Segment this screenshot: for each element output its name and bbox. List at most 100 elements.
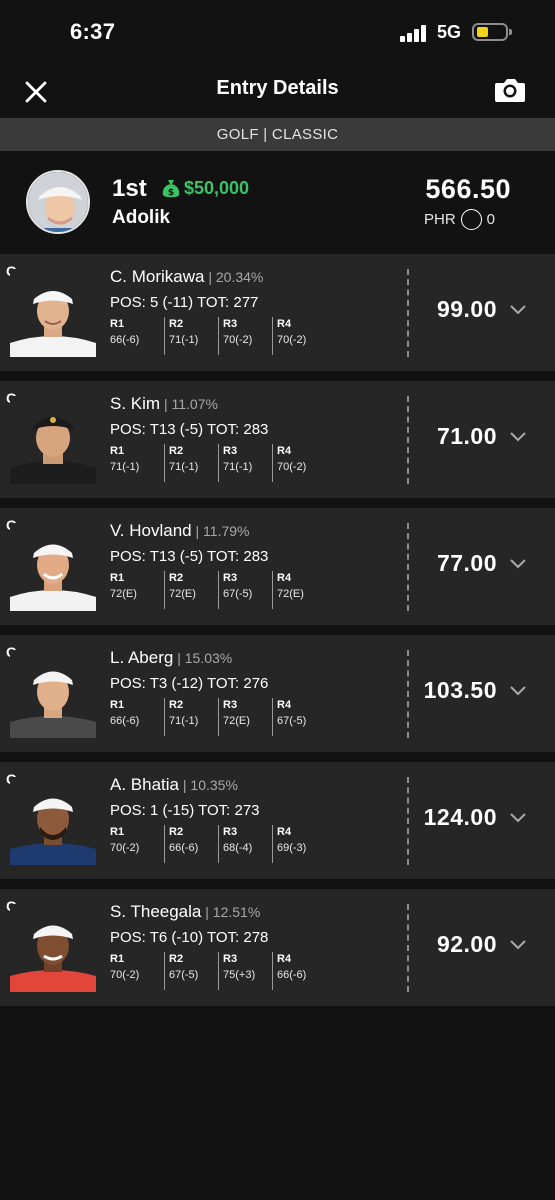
player-pos-total: POS: T6 (-10) TOT: 278	[110, 929, 269, 946]
total-score: 566.50	[425, 174, 511, 204]
round-label: R1	[110, 572, 125, 584]
round-scores: R1 66(-6) R2 71(-1) R3 70(-2) R4 70(-2)	[110, 317, 326, 355]
chevron-down-icon[interactable]	[510, 813, 526, 823]
battery-icon	[472, 23, 512, 41]
player-card[interactable]: G V. Hovland | 11.79% POS: T13 (-5) TOT:…	[0, 508, 555, 625]
card-divider	[407, 650, 409, 738]
round-label: R2	[169, 826, 184, 838]
money-bag-icon: $	[162, 179, 180, 198]
player-pos-total: POS: 5 (-11) TOT: 277	[110, 294, 259, 311]
player-points: 124.00	[423, 804, 497, 830]
player-card[interactable]: G C. Morikawa | 20.34% POS: 5 (-11) TOT:…	[0, 254, 555, 371]
round-label: R3	[223, 572, 238, 584]
player-ownership: 12.51%	[212, 904, 261, 920]
phr-circle-icon	[460, 209, 482, 230]
round-scores: R1 71(-1) R2 71(-1) R3 71(-1) R4 70(-2)	[110, 444, 326, 482]
card-divider	[407, 523, 409, 611]
camera-icon[interactable]	[493, 75, 527, 105]
player-name-line: S. Theegala | 12.51%	[110, 902, 261, 921]
player-ownership: 10.35%	[190, 777, 238, 793]
round-label: R3	[223, 318, 238, 330]
chevron-down-icon[interactable]	[510, 432, 526, 442]
player-points: 77.00	[436, 550, 497, 576]
chevron-down-icon[interactable]	[510, 940, 526, 950]
player-photo	[10, 269, 96, 357]
round-scores: R1 70(-2) R2 66(-6) R3 68(-4) R4 69(-3)	[110, 825, 326, 863]
network-label: 5G	[437, 22, 462, 42]
round-score: 68(-4)	[223, 842, 253, 854]
player-points: 71.00	[436, 423, 497, 449]
entry-summary: 1st $ $50,000 Adolik 566.50 PHR 0	[0, 151, 555, 253]
player-name: A. Bhatia	[110, 775, 179, 794]
round-score: 66(-6)	[110, 715, 140, 727]
player-pos-total: POS: T13 (-5) TOT: 283	[110, 421, 269, 438]
round-label: R3	[223, 699, 238, 711]
player-card[interactable]: G A. Bhatia | 10.35% POS: 1 (-15) TOT: 2…	[0, 762, 555, 879]
chevron-down-icon[interactable]	[510, 686, 526, 696]
round-label: R4	[277, 318, 292, 330]
round-scores: R1 66(-6) R2 71(-1) R3 72(E) R4 67(-5)	[110, 698, 326, 736]
player-name: S. Kim	[110, 394, 161, 413]
phr-value: 0	[486, 211, 496, 228]
round-label: R2	[169, 699, 184, 711]
round-label: R3	[223, 826, 238, 838]
round-label: R2	[169, 953, 184, 965]
username: Adolik	[112, 207, 171, 228]
user-avatar	[26, 170, 90, 234]
player-photo	[10, 523, 96, 611]
round-scores: R1 70(-2) R2 67(-5) R3 75(+3) R4 66(-6)	[110, 952, 326, 990]
round-label: R3	[223, 953, 238, 965]
page-title: Entry Details	[216, 77, 339, 99]
prize-text: $50,000	[184, 178, 250, 198]
round-score: 72(E)	[277, 588, 304, 600]
round-label: R4	[277, 445, 292, 457]
player-name: S. Theegala	[110, 902, 202, 921]
player-name: V. Hovland	[110, 521, 192, 540]
round-label: R1	[110, 318, 125, 330]
player-name-line: V. Hovland | 11.79%	[110, 521, 250, 540]
round-score: 70(-2)	[223, 334, 253, 346]
status-time: 6:37	[70, 19, 116, 44]
header: Entry Details	[0, 66, 555, 118]
player-photo	[10, 650, 96, 738]
chevron-down-icon[interactable]	[510, 305, 526, 315]
player-name: L. Aberg	[110, 648, 174, 667]
round-score: 71(-1)	[110, 461, 140, 473]
round-label: R2	[169, 318, 184, 330]
round-score: 75(+3)	[223, 969, 256, 981]
card-divider	[407, 904, 409, 992]
round-score: 71(-1)	[223, 461, 253, 473]
round-score: 70(-2)	[110, 842, 140, 854]
round-score: 67(-5)	[169, 969, 199, 981]
round-label: R4	[277, 572, 292, 584]
round-score: 72(E)	[223, 715, 250, 727]
round-score: 72(E)	[169, 588, 196, 600]
round-score: 70(-2)	[277, 334, 307, 346]
player-pos-total: POS: 1 (-15) TOT: 273	[110, 802, 260, 819]
round-score: 66(-6)	[169, 842, 199, 854]
round-label: R4	[277, 699, 292, 711]
round-score: 70(-2)	[277, 461, 307, 473]
round-label: R2	[169, 445, 184, 457]
round-score: 71(-1)	[169, 715, 199, 727]
player-card[interactable]: G S. Kim | 11.07% POS: T13 (-5) TOT: 283…	[0, 381, 555, 498]
chevron-down-icon[interactable]	[510, 559, 526, 569]
round-label: R1	[110, 699, 125, 711]
player-pos-total: POS: T13 (-5) TOT: 283	[110, 548, 269, 565]
round-score: 69(-3)	[277, 842, 307, 854]
player-ownership: 11.79%	[203, 523, 250, 539]
round-scores: R1 72(E) R2 72(E) R3 67(-5) R4 72(E)	[110, 571, 326, 609]
player-card[interactable]: G L. Aberg | 15.03% POS: T3 (-12) TOT: 2…	[0, 635, 555, 752]
round-label: R3	[223, 445, 238, 457]
status-bar: 6:37 5G	[0, 0, 555, 66]
round-score: 67(-5)	[277, 715, 307, 727]
player-photo	[10, 777, 96, 865]
prize-amount: $ $50,000	[162, 178, 249, 199]
round-label: R1	[110, 826, 125, 838]
card-divider	[407, 777, 409, 865]
player-card[interactable]: G S. Theegala | 12.51% POS: T6 (-10) TOT…	[0, 889, 555, 1006]
contest-type-bar: GOLF | CLASSIC	[0, 118, 555, 151]
player-name-line: C. Morikawa | 20.34%	[110, 267, 264, 286]
round-label: R1	[110, 953, 125, 965]
round-label: R4	[277, 826, 292, 838]
